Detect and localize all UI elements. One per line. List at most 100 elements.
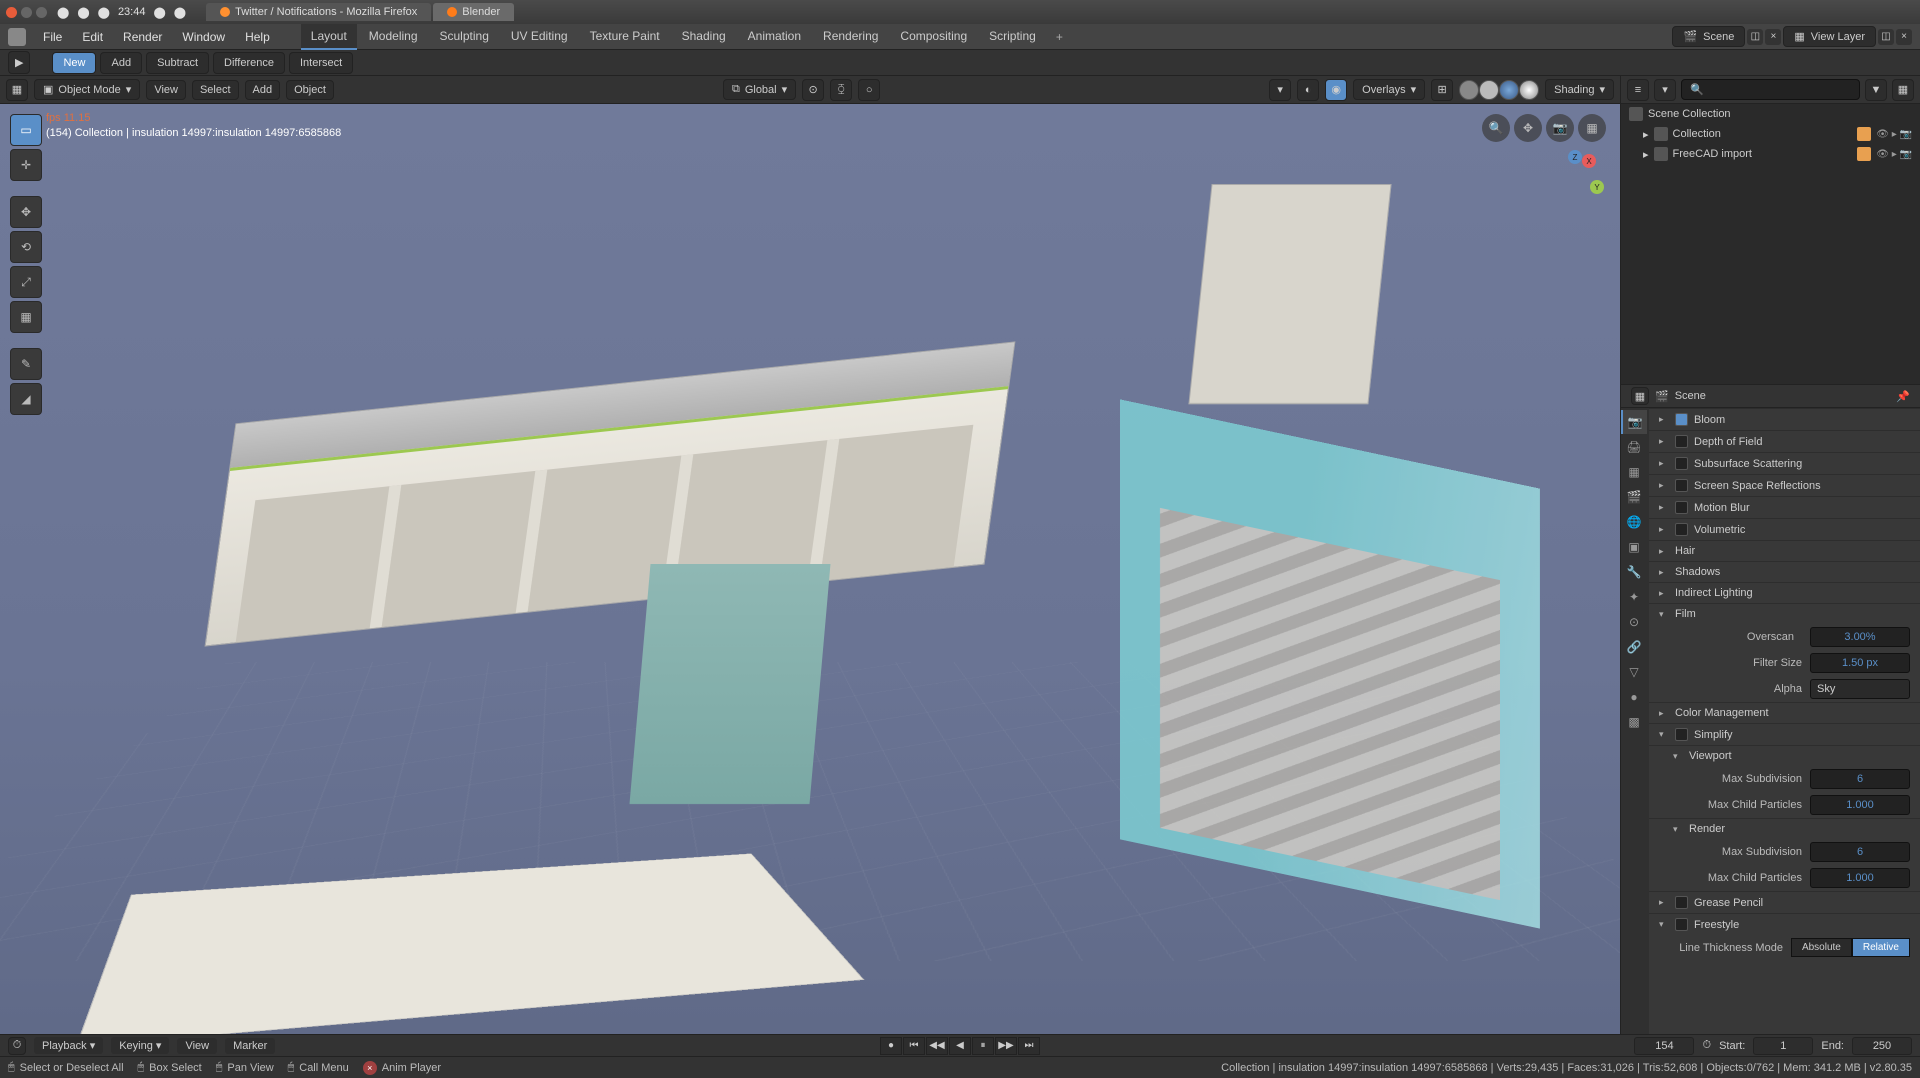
world-tab[interactable]: 🌐	[1621, 510, 1647, 534]
blender-tab[interactable]: Blender	[433, 3, 514, 21]
workspace-shading[interactable]: Shading	[672, 24, 736, 50]
mode-dropdown[interactable]: ▣Object Mode▾	[34, 79, 140, 100]
absolute-button[interactable]: Absolute	[1791, 938, 1852, 957]
dof-checkbox[interactable]	[1675, 435, 1688, 448]
freestyle-checkbox[interactable]	[1675, 918, 1688, 931]
overlays-dropdown[interactable]: Overlays▾	[1353, 79, 1425, 100]
workspace-modeling[interactable]: Modeling	[359, 24, 428, 50]
snap-button[interactable]: ⧲	[830, 79, 852, 101]
viewlayer-browse-button[interactable]: ◫	[1878, 29, 1894, 45]
film-section[interactable]: ▾Film	[1649, 603, 1920, 624]
workspace-scripting[interactable]: Scripting	[979, 24, 1046, 50]
rotate-tool[interactable]: ⟲	[10, 231, 42, 263]
tray-icon[interactable]: ⬤	[77, 6, 89, 19]
workspace-rendering[interactable]: Rendering	[813, 24, 888, 50]
play-reverse-button[interactable]: ◀	[949, 1037, 971, 1055]
gp-checkbox[interactable]	[1675, 896, 1688, 909]
simplify-section[interactable]: ▾Simplify	[1649, 723, 1920, 745]
filter-button[interactable]: ▼	[1865, 79, 1887, 101]
maxsub-r-input[interactable]: 6	[1810, 842, 1910, 862]
scene-tab[interactable]: 🎬	[1621, 485, 1647, 509]
visibility-button[interactable]: ▾	[1269, 79, 1291, 101]
ssr-section[interactable]: ▸Screen Space Reflections	[1649, 474, 1920, 496]
prev-key-button[interactable]: ◀◀	[926, 1037, 948, 1055]
object-menu[interactable]: Object	[286, 80, 334, 100]
new-collection-button[interactable]: ▦	[1892, 79, 1914, 101]
end-frame-input[interactable]: 250	[1852, 1037, 1912, 1055]
select-menu[interactable]: Select	[192, 80, 239, 100]
overscan-input[interactable]: 3.00%	[1810, 627, 1910, 647]
stop-icon[interactable]: ×	[363, 1061, 377, 1075]
workspace-compositing[interactable]: Compositing	[890, 24, 977, 50]
outliner-type-button[interactable]: ≡	[1627, 79, 1649, 101]
y-axis-icon[interactable]: Y	[1590, 180, 1604, 194]
sss-checkbox[interactable]	[1675, 457, 1688, 470]
viewlayer-field[interactable]: ▦View Layer	[1783, 26, 1876, 47]
bloom-checkbox[interactable]	[1675, 413, 1688, 426]
sss-section[interactable]: ▸Subsurface Scattering	[1649, 452, 1920, 474]
render-tab[interactable]: 📷	[1621, 410, 1647, 434]
help-menu[interactable]: Help	[236, 26, 279, 48]
alpha-select[interactable]: Sky	[1810, 679, 1910, 699]
viewlayer-tab[interactable]: ▦	[1621, 460, 1647, 484]
nav-gizmo[interactable]: X Y Z	[1540, 150, 1606, 216]
pause-button[interactable]: ⏸	[972, 1037, 994, 1055]
outliner[interactable]: Scene Collection ▸Collection👁 ▸ 📷 ▸FreeC…	[1621, 104, 1920, 384]
display-mode-button[interactable]: ▾	[1654, 79, 1676, 101]
next-key-button[interactable]: ▶▶	[995, 1037, 1017, 1055]
scale-tool[interactable]: ⤢	[10, 266, 42, 298]
rendered-shading[interactable]	[1519, 80, 1539, 100]
scene-close-button[interactable]: ×	[1765, 29, 1781, 45]
anim-player-stop[interactable]: ×Anim Player	[363, 1061, 441, 1075]
freecad-row[interactable]: ▸FreeCAD import👁 ▸ 📷	[1621, 144, 1920, 164]
cursor-tool[interactable]: ✛	[10, 149, 42, 181]
transform-tool[interactable]: ▦	[10, 301, 42, 333]
orientation-dropdown[interactable]: ⧉Global▾	[723, 79, 796, 100]
edit-menu[interactable]: Edit	[73, 26, 112, 48]
collection-row[interactable]: ▸Collection👁 ▸ 📷	[1621, 124, 1920, 144]
motionblur-section[interactable]: ▸Motion Blur	[1649, 496, 1920, 518]
view-menu[interactable]: View	[146, 80, 186, 100]
workspace-layout[interactable]: Layout	[301, 24, 357, 50]
pan-gizmo[interactable]: ✥	[1514, 114, 1542, 142]
outliner-search-input[interactable]: 🔍	[1681, 79, 1860, 100]
workspace-animation[interactable]: Animation	[738, 24, 811, 50]
view-menu-tl[interactable]: View	[177, 1038, 217, 1054]
file-menu[interactable]: File	[34, 26, 71, 48]
material-tab[interactable]: ●	[1621, 685, 1647, 709]
3d-viewport[interactable]: ▭ ✛ ✥ ⟲ ⤢ ▦ ✎ ◢ fps 11.15 (154) Collecti…	[0, 104, 1620, 1034]
dof-section[interactable]: ▸Depth of Field	[1649, 430, 1920, 452]
bool-add-button[interactable]: Add	[100, 52, 142, 74]
workspace-texturepaint[interactable]: Texture Paint	[580, 24, 670, 50]
autokey-button[interactable]: ●	[880, 1037, 902, 1055]
render-subsection[interactable]: ▾Render	[1649, 818, 1920, 839]
maxsub-vp-input[interactable]: 6	[1810, 769, 1910, 789]
visibility-toggles[interactable]: 👁 ▸ 📷	[1876, 149, 1912, 160]
close-window-icon[interactable]	[6, 7, 17, 18]
workspace-uvediting[interactable]: UV Editing	[501, 24, 578, 50]
tray-icon[interactable]: ⬤	[57, 6, 69, 19]
z-axis-icon[interactable]: Z	[1568, 150, 1582, 164]
tray-icon[interactable]: ⬤	[153, 6, 165, 19]
shadows-section[interactable]: ▸Shadows	[1649, 561, 1920, 582]
add-menu[interactable]: Add	[245, 80, 281, 100]
shading-dropdown[interactable]: Shading▾	[1545, 79, 1614, 100]
visibility-toggles[interactable]: 👁 ▸ 📷	[1876, 129, 1912, 140]
scene-collection-row[interactable]: Scene Collection	[1621, 104, 1920, 124]
output-tab[interactable]: 🖨	[1621, 435, 1647, 459]
pivot-button[interactable]: ⊙	[802, 79, 824, 101]
freestyle-section[interactable]: ▾Freestyle	[1649, 913, 1920, 935]
indirect-section[interactable]: ▸Indirect Lighting	[1649, 582, 1920, 603]
texture-tab[interactable]: ▩	[1621, 710, 1647, 734]
scene-browse-button[interactable]: ◫	[1747, 29, 1763, 45]
relative-button[interactable]: Relative	[1852, 938, 1910, 957]
tray-icon[interactable]: ⬤	[98, 6, 110, 19]
mb-checkbox[interactable]	[1675, 501, 1688, 514]
simplify-checkbox[interactable]	[1675, 728, 1688, 741]
bool-difference-button[interactable]: Difference	[213, 52, 285, 74]
select-box-tool[interactable]: ▭	[10, 114, 42, 146]
workspace-sculpting[interactable]: Sculpting	[430, 24, 499, 50]
timeline-type-button[interactable]: ⏱	[8, 1037, 26, 1055]
ssr-checkbox[interactable]	[1675, 479, 1688, 492]
gizmo-button[interactable]: ◐	[1297, 79, 1319, 101]
